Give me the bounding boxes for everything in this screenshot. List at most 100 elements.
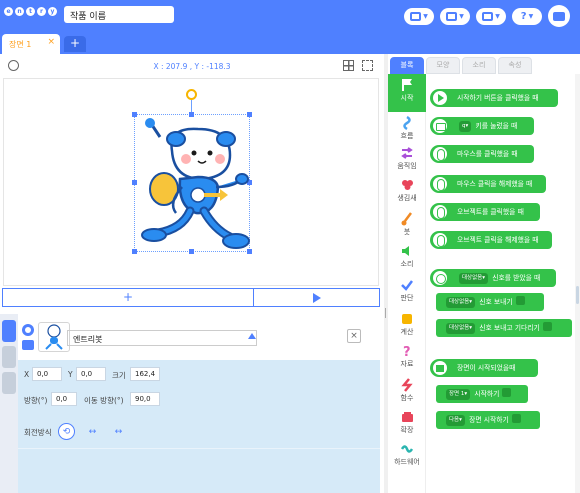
tab-blocks[interactable]: 블록 [390,57,424,74]
mouse-icon [433,233,447,247]
add-object-button[interactable]: + [3,289,254,306]
tab-sounds[interactable]: 소리 [462,57,496,74]
play-icon[interactable] [313,293,321,303]
flow-icon [401,115,413,131]
visibility-icon[interactable] [22,324,34,336]
object-side-tabs [0,314,18,493]
stage-canvas[interactable] [3,78,379,286]
signal-target: 대상없음 [449,299,470,305]
resize-handle[interactable] [132,180,137,185]
tab-properties[interactable]: 속성 [498,57,532,74]
project-name-input[interactable]: 작품 이름 [64,6,174,23]
block-send-signal-and-wait[interactable]: 대상없음▾ 신호 보내고 기다리기 [436,319,572,337]
size-input[interactable]: 162,4 [130,367,160,381]
delete-object-button[interactable]: × [347,329,361,343]
x-label: X [24,370,30,379]
check-icon [401,277,413,291]
save-icon [446,12,458,21]
move-direction-label: 이동 방향(°) [84,396,124,405]
scene-icon [433,361,447,375]
stage-controls: + [2,288,380,307]
help-menu-button[interactable]: ? ▼ [512,8,542,25]
category-label: 확장 [400,426,414,434]
rotate-horizontal-button[interactable]: ↔ [84,423,101,440]
motion-icon [401,145,413,159]
add-scene-button[interactable]: + [64,36,86,52]
object-name-input[interactable]: 엔트리봇 [67,330,257,346]
category-label: 자료 [400,360,414,368]
scene-dropdown[interactable]: 다음▾ [446,415,465,426]
palette-scrollbar[interactable] [575,74,580,493]
block-tabs: 블록 모양 소리 속성 [388,54,580,74]
category-data[interactable]: ? 자료 [388,340,426,378]
print-button[interactable] [548,5,570,27]
logo-letter: e [4,7,13,16]
mouse-icon [433,205,447,219]
block-text: 신호 보내기 [479,298,513,306]
scene-end-icon [511,414,521,423]
save-menu-button[interactable]: ▼ [440,8,470,25]
block-start-scene[interactable]: 장면 1▾ 시작하기 [436,385,528,403]
scene-dropdown[interactable]: 장면 1▾ [446,389,471,400]
block-when-mouse-clicked[interactable]: 마우스를 클릭했을 때 [430,145,534,163]
x-input[interactable]: 0,0 [32,367,62,381]
block-text: 오브젝트 클릭을 해제했을 때 [457,236,539,244]
category-judge[interactable]: 판단 [388,274,426,312]
direction-input[interactable]: 0,0 [51,392,77,406]
project-menu-button[interactable]: ▼ [404,8,434,25]
category-sound[interactable]: 소리 [388,240,426,278]
horizontal-flip-icon: ↔ [88,426,97,437]
block-text: 장면 시작하기 [469,416,509,424]
mode-menu-button[interactable]: ▼ [476,8,506,25]
rotate-icon: ⟲ [62,426,71,437]
tab-shapes[interactable]: 모양 [426,57,460,74]
category-hardware[interactable]: 하드웨어 [388,438,426,476]
help-tab-icon[interactable] [2,346,16,368]
signal-dropdown[interactable]: 대상없음▾ [446,323,476,334]
resize-handle[interactable] [132,249,137,254]
block-when-object-clicked[interactable]: 오브젝트를 클릭했을 때 [430,203,540,221]
grid-icon[interactable] [343,60,354,71]
block-when-signal-received[interactable]: 대상없음▾ 신호를 받았을 때 [430,269,556,287]
category-looks[interactable]: 생김새 [388,174,426,212]
key-value: q [462,123,466,129]
fullscreen-icon[interactable] [362,60,373,71]
chevron-down-icon: ▼ [423,13,428,20]
move-direction-input[interactable]: 90,0 [130,392,160,406]
tab-scene-1[interactable]: 장면 1 × [2,34,60,54]
block-start-next-scene[interactable]: 다음▾ 장면 시작하기 [436,411,540,429]
rotation-method-row: 회전방식 ⟲ ↔ ↔ [18,423,380,493]
block-send-signal[interactable]: 대상없음▾ 신호 보내기 [436,293,544,311]
rotation-handle[interactable] [186,89,197,100]
rotate-free-button[interactable]: ⟲ [58,423,75,440]
category-label: 함수 [400,394,414,402]
entry-logo[interactable]: e n t r y [4,7,57,16]
mode-icon [482,12,494,21]
key-dropdown[interactable]: q▾ [459,121,472,132]
signal-icon [433,271,447,285]
signal-dropdown[interactable]: 대상없음▾ [446,297,476,308]
signal-dropdown[interactable]: 대상없음▾ [459,273,489,284]
collapse-up-icon[interactable] [248,333,256,339]
entrybot-thumbnail-icon [45,324,63,350]
block-when-object-released[interactable]: 오브젝트 클릭을 해제했을 때 [430,231,552,249]
block-when-mouse-released[interactable]: 마우스 클릭을 해제했을 때 [430,175,546,193]
lock-icon[interactable] [22,340,34,350]
close-icon[interactable]: × [47,37,55,47]
entrybot-sprite[interactable] [138,117,250,251]
console-tab-icon[interactable] [2,372,16,394]
y-input[interactable]: 0,0 [76,367,106,381]
signal-target: 대상없음 [449,325,470,331]
logo-letter: r [37,7,46,16]
rotate-none-button[interactable]: ↔ [110,423,127,440]
block-when-key-pressed[interactable]: q▾ 키를 눌렀을 때 [430,117,534,135]
category-start[interactable]: 시작 [388,74,426,112]
object-tab-icon[interactable] [2,320,16,342]
block-when-start-clicked[interactable]: 시작하기 버튼을 클릭했을 때 [430,89,558,107]
block-when-scene-starts[interactable]: 장면이 시작되었을때 [430,359,538,377]
no-rotate-icon: ↔ [114,426,123,437]
resize-handle[interactable] [132,112,137,117]
category-label: 흐름 [400,132,414,140]
print-icon [553,11,565,21]
category-label: 하드웨어 [394,458,420,466]
